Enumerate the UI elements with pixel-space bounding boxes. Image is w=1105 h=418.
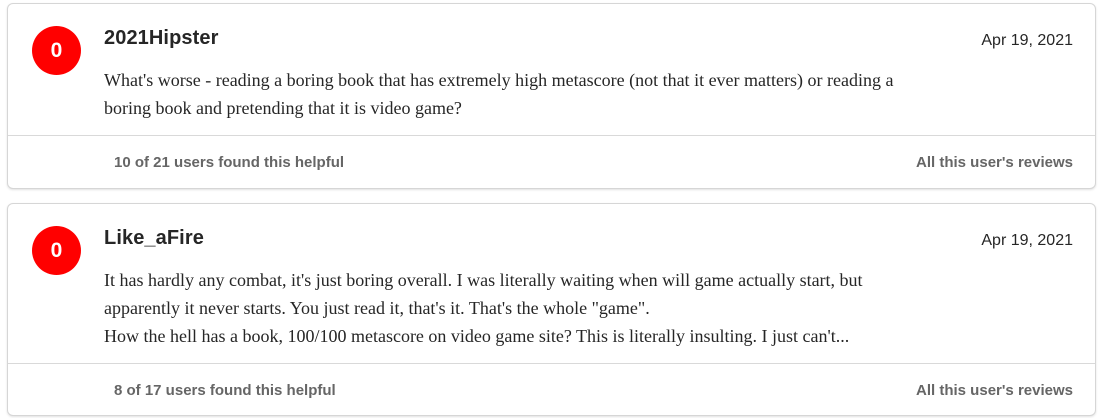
review-header: 0 2021Hipster Apr 19, 2021 What's worse … bbox=[8, 4, 1095, 135]
review-footer: 10 of 21 users found this helpful All th… bbox=[8, 136, 1095, 188]
helpful-count: 10 of 21 users found this helpful bbox=[114, 154, 345, 171]
review-header: 0 Like_aFire Apr 19, 2021 It has hardly … bbox=[8, 204, 1095, 363]
review-footer: 8 of 17 users found this helpful All thi… bbox=[8, 364, 1095, 415]
score-badge: 0 bbox=[32, 26, 81, 75]
review-text: It has hardly any combat, it's just bori… bbox=[104, 266, 1064, 350]
review-text-line: How the hell has a book, 100/100 metasco… bbox=[104, 326, 850, 346]
all-user-reviews-link[interactable]: All this user's reviews bbox=[916, 382, 1073, 399]
all-user-reviews-link[interactable]: All this user's reviews bbox=[916, 154, 1073, 171]
review-text-line: What's worse - reading a boring book tha… bbox=[104, 70, 894, 90]
reviewer-name[interactable]: 2021Hipster bbox=[104, 27, 219, 50]
helpful-count: 8 of 17 users found this helpful bbox=[114, 382, 336, 399]
reviewer-name[interactable]: Like_aFire bbox=[104, 227, 204, 250]
review-card: 0 2021Hipster Apr 19, 2021 What's worse … bbox=[7, 3, 1096, 189]
review-date: Apr 19, 2021 bbox=[981, 232, 1073, 249]
review-date: Apr 19, 2021 bbox=[981, 32, 1073, 49]
review-text-line: It has hardly any combat, it's just bori… bbox=[104, 270, 863, 290]
review-text-line: apparently it never starts. You just rea… bbox=[104, 298, 650, 318]
review-text-line: boring book and pretending that it is vi… bbox=[104, 98, 462, 118]
score-badge: 0 bbox=[32, 226, 81, 275]
review-card: 0 Like_aFire Apr 19, 2021 It has hardly … bbox=[7, 203, 1096, 416]
review-text: What's worse - reading a boring book tha… bbox=[104, 66, 1064, 122]
